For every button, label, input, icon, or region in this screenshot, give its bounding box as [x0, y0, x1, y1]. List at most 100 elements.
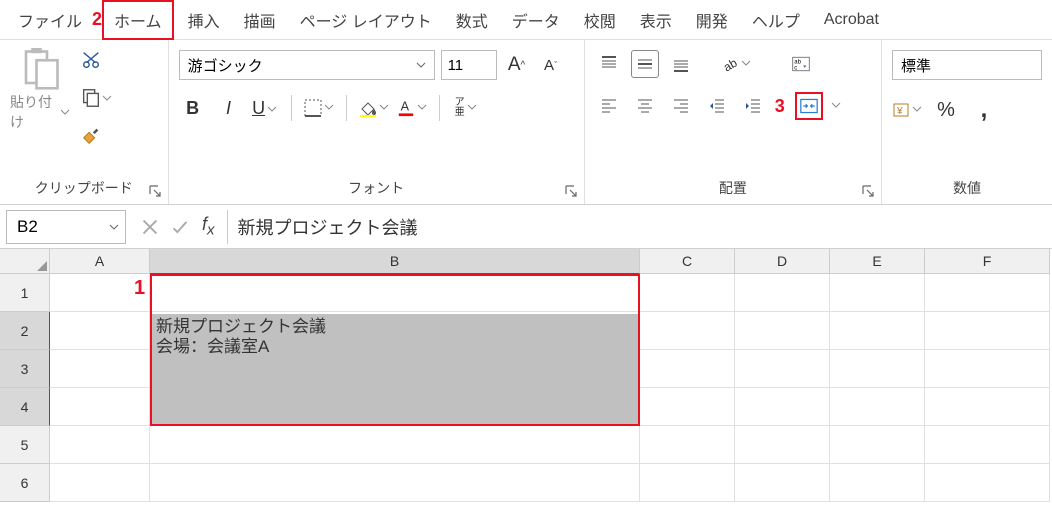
cell-D2[interactable] — [735, 312, 830, 350]
accounting-format-button[interactable]: ¥ — [892, 96, 922, 124]
cell-E4[interactable] — [830, 388, 925, 426]
formula-bar[interactable]: 新規プロジェクト会議 — [227, 210, 1052, 244]
shrink-font-button[interactable]: Aˇ — [537, 51, 565, 79]
font-color-button[interactable]: A — [397, 94, 427, 122]
cell-F3[interactable] — [925, 350, 1050, 388]
row-header-5[interactable]: 5 — [0, 426, 50, 464]
cell-A4[interactable] — [50, 388, 150, 426]
name-box[interactable]: B2 — [6, 210, 126, 244]
font-size-combo[interactable]: 11 — [441, 50, 497, 80]
increase-indent-button[interactable] — [739, 92, 767, 120]
menu-file[interactable]: ファイル — [8, 2, 92, 38]
row-header-1[interactable]: 1 — [0, 274, 50, 312]
cell-B5[interactable] — [150, 426, 640, 464]
cell-E3[interactable] — [830, 350, 925, 388]
cell-B2[interactable] — [150, 312, 640, 350]
alignment-launcher[interactable] — [861, 184, 875, 198]
cell-C4[interactable] — [640, 388, 735, 426]
enter-formula-button[interactable] — [166, 213, 194, 241]
fx-label[interactable]: fx — [196, 214, 221, 239]
row-header-3[interactable]: 3 — [0, 350, 50, 388]
italic-button[interactable]: I — [215, 94, 243, 122]
col-header-D[interactable]: D — [735, 249, 830, 274]
align-right-button[interactable] — [667, 92, 695, 120]
merge-dropdown[interactable] — [831, 97, 841, 115]
menu-pagelayout[interactable]: ページ レイアウト — [290, 2, 442, 38]
menu-insert[interactable]: 挿入 — [178, 2, 230, 38]
paste-button[interactable]: 貼り付け — [10, 46, 70, 132]
comma-button[interactable]: , — [970, 96, 998, 124]
menu-home[interactable]: ホーム — [102, 0, 174, 40]
cell-A2[interactable] — [50, 312, 150, 350]
cell-C3[interactable] — [640, 350, 735, 388]
orientation-button[interactable]: ab — [721, 50, 751, 78]
copy-button[interactable] — [80, 86, 112, 110]
grow-font-button[interactable]: A^ — [503, 51, 531, 79]
cell-A6[interactable] — [50, 464, 150, 502]
cell-C1[interactable] — [640, 274, 735, 312]
menu-acrobat[interactable]: Acrobat — [814, 5, 889, 35]
border-button[interactable] — [304, 94, 334, 122]
fill-color-button[interactable] — [359, 94, 389, 122]
cell-B4[interactable] — [150, 388, 640, 426]
align-bottom-button[interactable] — [667, 50, 695, 78]
cell-B1[interactable] — [150, 274, 640, 312]
row-header-2[interactable]: 2 — [0, 312, 50, 350]
select-all-button[interactable] — [0, 249, 50, 274]
menu-help[interactable]: ヘルプ — [742, 2, 810, 38]
underline-button[interactable]: U — [251, 94, 279, 122]
row-header-4[interactable]: 4 — [0, 388, 50, 426]
menubar: ファイル 2 ホーム 挿入 描画 ページ レイアウト 数式 データ 校閲 表示 … — [0, 0, 1052, 40]
cell-B6[interactable] — [150, 464, 640, 502]
decrease-indent-button[interactable] — [703, 92, 731, 120]
col-header-C[interactable]: C — [640, 249, 735, 274]
cell-E2[interactable] — [830, 312, 925, 350]
col-header-A[interactable]: A — [50, 249, 150, 274]
align-middle-button[interactable] — [631, 50, 659, 78]
cell-D4[interactable] — [735, 388, 830, 426]
phonetic-button[interactable]: ア 亜 — [452, 94, 480, 122]
cut-button[interactable] — [80, 48, 112, 72]
menu-draw[interactable]: 描画 — [234, 2, 286, 38]
menu-developer[interactable]: 開発 — [686, 2, 738, 38]
bold-button[interactable]: B — [179, 94, 207, 122]
col-header-F[interactable]: F — [925, 249, 1050, 274]
cell-D3[interactable] — [735, 350, 830, 388]
menu-formulas[interactable]: 数式 — [446, 2, 498, 38]
cell-C6[interactable] — [640, 464, 735, 502]
formatpainter-button[interactable] — [80, 124, 112, 148]
col-header-B[interactable]: B — [150, 249, 640, 274]
align-top-button[interactable] — [595, 50, 623, 78]
cell-F1[interactable] — [925, 274, 1050, 312]
cell-F2[interactable] — [925, 312, 1050, 350]
cell-E1[interactable] — [830, 274, 925, 312]
font-launcher[interactable] — [564, 184, 578, 198]
number-format-combo[interactable]: 標準 — [892, 50, 1042, 80]
cell-C2[interactable] — [640, 312, 735, 350]
cell-D5[interactable] — [735, 426, 830, 464]
align-left-button[interactable] — [595, 92, 623, 120]
cell-E6[interactable] — [830, 464, 925, 502]
cell-F4[interactable] — [925, 388, 1050, 426]
menu-data[interactable]: データ — [502, 2, 570, 38]
cell-F6[interactable] — [925, 464, 1050, 502]
merge-center-button[interactable] — [795, 92, 823, 120]
cell-C5[interactable] — [640, 426, 735, 464]
cell-F5[interactable] — [925, 426, 1050, 464]
cancel-formula-button[interactable] — [136, 213, 164, 241]
row-header-6[interactable]: 6 — [0, 464, 50, 502]
cell-A5[interactable] — [50, 426, 150, 464]
cell-A3[interactable] — [50, 350, 150, 388]
percent-button[interactable]: % — [932, 96, 960, 124]
menu-review[interactable]: 校閲 — [574, 2, 626, 38]
wrap-text-button[interactable]: abc — [787, 50, 815, 78]
cell-D6[interactable] — [735, 464, 830, 502]
cell-D1[interactable] — [735, 274, 830, 312]
clipboard-launcher[interactable] — [148, 184, 162, 198]
menu-view[interactable]: 表示 — [630, 2, 682, 38]
font-name-combo[interactable]: 游ゴシック — [179, 50, 435, 80]
cell-E5[interactable] — [830, 426, 925, 464]
align-center-button[interactable] — [631, 92, 659, 120]
col-header-E[interactable]: E — [830, 249, 925, 274]
cell-B3[interactable] — [150, 350, 640, 388]
